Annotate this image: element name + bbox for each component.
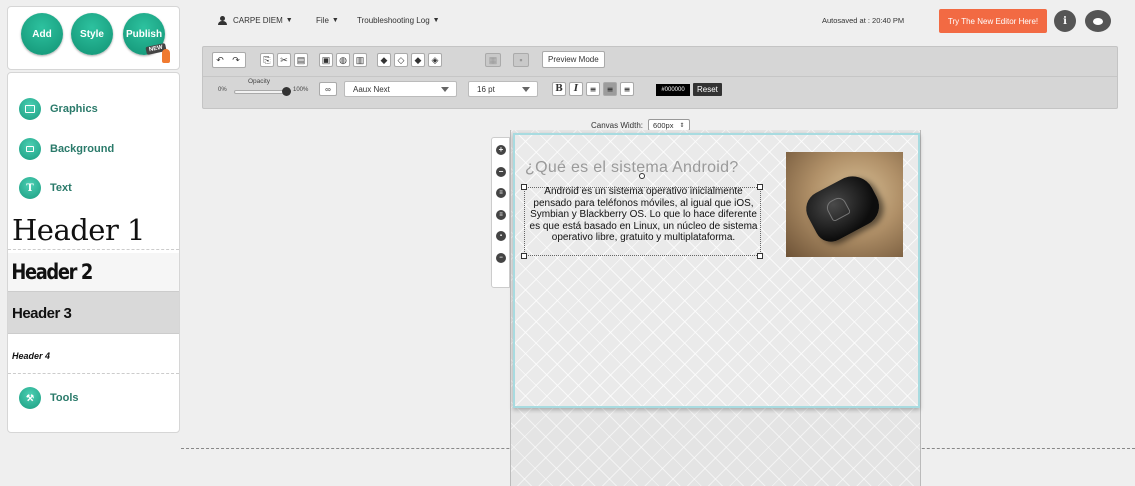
sidebar-item-label: Text bbox=[50, 182, 72, 194]
sidebar-item-text[interactable]: T Text bbox=[19, 177, 72, 199]
dropdown-arrow-icon bbox=[441, 87, 449, 92]
header-2-style[interactable]: Header 2 bbox=[8, 253, 179, 291]
opacity-label: Opacity bbox=[248, 78, 271, 85]
autosave-status: Autosaved at : 20:40 PM bbox=[822, 16, 905, 25]
bring-forward-icon[interactable]: ◇ bbox=[394, 53, 408, 67]
link-icon[interactable]: ∞ bbox=[319, 82, 337, 96]
layers-up-icon[interactable]: ≡ bbox=[496, 188, 506, 198]
toolbar-divider bbox=[203, 76, 1117, 77]
bring-to-front-icon[interactable]: ◆ bbox=[377, 53, 391, 67]
user-name: CARPE DIEM bbox=[233, 16, 283, 25]
paste-icon[interactable]: ▤ bbox=[294, 53, 308, 67]
zoom-tools: + − ≡ ≡ ▪ − bbox=[491, 137, 510, 288]
align-left-button[interactable]: ≡ bbox=[586, 82, 600, 96]
cut-icon[interactable]: ✂ bbox=[277, 53, 291, 67]
group-icon[interactable]: ▦ bbox=[485, 53, 501, 67]
add-button[interactable]: Add bbox=[21, 13, 63, 55]
user-menu[interactable]: CARPE DIEM ▼ bbox=[218, 16, 293, 25]
resize-handle-bottom-left[interactable] bbox=[521, 253, 527, 259]
sidebar: Graphics Background T Text Header 1 Head… bbox=[7, 72, 180, 433]
send-backward-icon[interactable]: ◆ bbox=[411, 53, 425, 67]
android-logo bbox=[824, 195, 852, 223]
info-icon[interactable]: i bbox=[1054, 10, 1076, 32]
italic-button[interactable]: I bbox=[569, 82, 583, 96]
stepper-icon: ⇕ bbox=[679, 122, 685, 129]
layers-down-icon[interactable]: ≡ bbox=[496, 210, 506, 220]
sidebar-item-graphics[interactable]: Graphics bbox=[19, 98, 98, 120]
align-center-button[interactable]: ≡ bbox=[603, 82, 617, 96]
more-options-icon[interactable]: − bbox=[496, 253, 506, 263]
sidebar-item-label: Tools bbox=[50, 392, 79, 404]
bold-button[interactable]: B bbox=[552, 82, 566, 96]
trash-icon[interactable]: ▥ bbox=[353, 53, 367, 67]
copy-icon[interactable]: ⎘ bbox=[260, 53, 274, 67]
header-4-style[interactable]: Header 4 bbox=[8, 338, 179, 374]
tools-icon: ⚒ bbox=[19, 387, 41, 409]
undo-icon[interactable]: ↶ bbox=[213, 53, 227, 67]
reset-button[interactable]: Reset bbox=[693, 83, 722, 96]
sidebar-item-label: Graphics bbox=[50, 103, 98, 115]
try-new-editor-button[interactable]: Try The New Editor Here! bbox=[939, 9, 1047, 33]
font-family-value: Aaux Next bbox=[353, 84, 390, 94]
header-1-style[interactable]: Header 1 bbox=[8, 210, 179, 250]
palette-icon[interactable]: ◍ bbox=[336, 53, 350, 67]
opacity-min-label: 0% bbox=[218, 87, 227, 93]
chevron-down-icon: ▼ bbox=[285, 17, 293, 24]
lock-element-icon[interactable]: ▪ bbox=[496, 231, 506, 241]
text-color-input[interactable]: #000000 bbox=[656, 84, 690, 96]
android-phone-image[interactable] bbox=[786, 152, 903, 257]
sidebar-item-label: Background bbox=[50, 143, 115, 155]
chevron-down-icon: ▼ bbox=[432, 17, 440, 24]
troubleshooting-log-label: Troubleshooting Log bbox=[357, 16, 430, 25]
sidebar-item-background[interactable]: Background bbox=[19, 138, 114, 160]
font-size-value: 16 pt bbox=[477, 84, 495, 94]
font-size-select[interactable]: 16 pt bbox=[468, 81, 538, 97]
text-T-icon: T bbox=[19, 177, 41, 199]
redo-icon[interactable]: ↷ bbox=[229, 53, 243, 67]
rotate-handle[interactable] bbox=[639, 173, 645, 179]
main-actions-panel: Add Style Publish NEW bbox=[7, 6, 180, 70]
image-icon bbox=[19, 98, 41, 120]
troubleshooting-log-menu[interactable]: Troubleshooting Log ▼ bbox=[357, 16, 440, 25]
resize-handle-top-left[interactable] bbox=[521, 184, 527, 190]
file-menu[interactable]: File ▼ bbox=[316, 16, 339, 25]
chat-bubble-icon[interactable] bbox=[1085, 10, 1111, 32]
resize-handle-top-right[interactable] bbox=[757, 184, 763, 190]
zoom-out-icon[interactable]: − bbox=[496, 167, 506, 177]
lock-icon[interactable]: ▣ bbox=[319, 53, 333, 67]
user-icon bbox=[218, 16, 227, 25]
sidebar-item-tools[interactable]: ⚒ Tools bbox=[19, 387, 79, 409]
opacity-slider-track[interactable] bbox=[234, 90, 287, 94]
zoom-in-icon[interactable]: + bbox=[496, 145, 506, 155]
layers-icon bbox=[19, 138, 41, 160]
align-right-button[interactable]: ≡ bbox=[620, 82, 634, 96]
font-family-select[interactable]: Aaux Next bbox=[344, 81, 457, 97]
style-button[interactable]: Style bbox=[71, 13, 113, 55]
canvas-width-value: 600px bbox=[653, 120, 674, 130]
dropdown-arrow-icon bbox=[522, 87, 530, 92]
header-3-style[interactable]: Header 3 bbox=[8, 291, 179, 334]
ungroup-icon[interactable]: ▪ bbox=[513, 53, 529, 67]
editor-toolbar: ↶ ↷ ⎘ ✂ ▤ ▣ ◍ ▥ ◆ ◇ ◆ ◈ ▦ ▪ Preview Mode… bbox=[202, 46, 1118, 109]
resize-handle-bottom-right[interactable] bbox=[757, 253, 763, 259]
chevron-down-icon: ▼ bbox=[331, 17, 339, 24]
send-to-back-icon[interactable]: ◈ bbox=[428, 53, 442, 67]
preview-mode-button[interactable]: Preview Mode bbox=[542, 51, 605, 68]
canvas-title-text[interactable]: ¿Qué es el sistema Android? bbox=[525, 159, 739, 177]
opacity-max-label: 100% bbox=[293, 87, 309, 93]
rocket-icon bbox=[162, 49, 170, 63]
file-menu-label: File bbox=[316, 16, 329, 25]
opacity-slider-handle[interactable] bbox=[282, 87, 291, 96]
canvas-body-text[interactable]: Android es un sistema operativo inicialm… bbox=[526, 186, 761, 244]
phone-shape bbox=[799, 168, 887, 248]
canvas-width-label: Canvas Width: bbox=[591, 120, 644, 130]
